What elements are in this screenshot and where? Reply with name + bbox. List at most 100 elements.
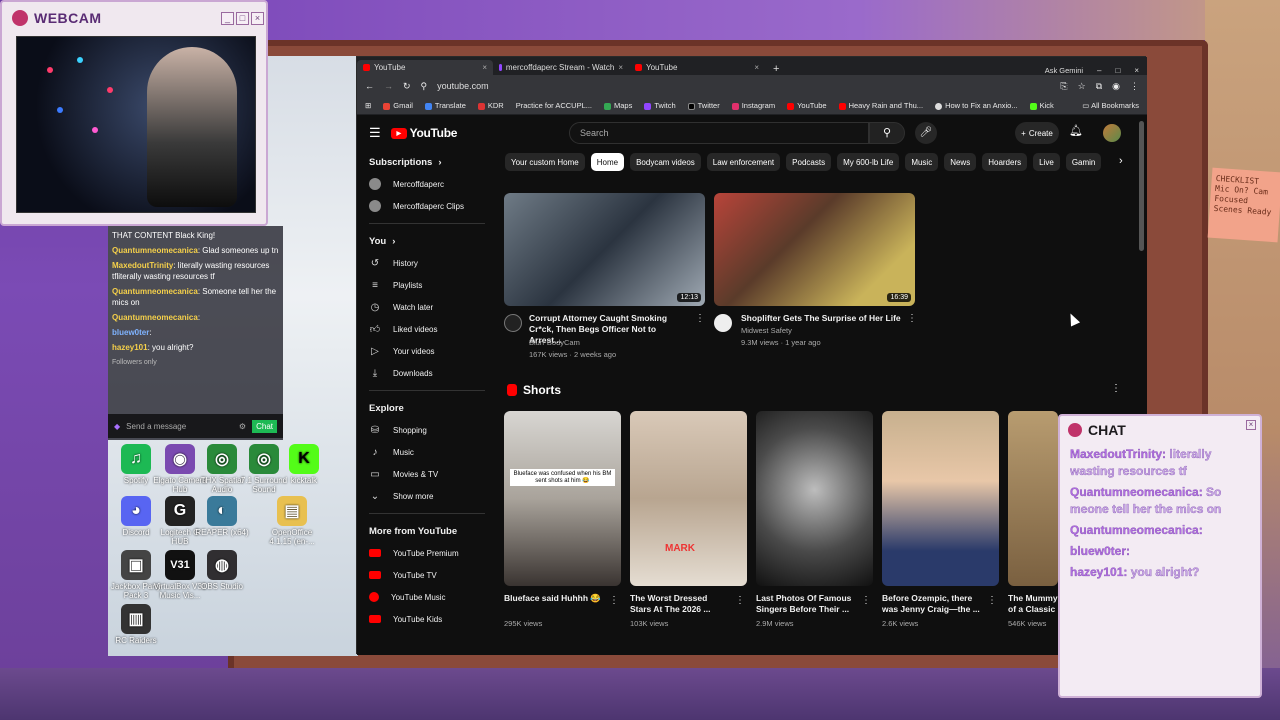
short-thumbnail[interactable]: Blueface was confused when his BM sent s… <box>504 411 621 586</box>
bookmark-kick[interactable]: Kick <box>1029 101 1054 110</box>
apps-icon[interactable]: ⊞ <box>365 101 371 110</box>
channel-avatar[interactable] <box>504 314 522 332</box>
short-thumbnail[interactable] <box>882 411 999 586</box>
more-options-icon[interactable]: ⋮ <box>735 595 745 606</box>
short-title[interactable]: Blueface said Huhhh 😂 <box>504 593 604 604</box>
sidebar-subscriptions-heading[interactable]: Subscriptions › <box>357 151 497 173</box>
desktop-icon-obs[interactable]: ◍ OBS Studio <box>194 550 250 591</box>
short-title[interactable]: Last Photos Of Famous Singers Before The… <box>756 593 856 615</box>
reload-icon[interactable]: ↻ <box>403 81 411 92</box>
short-thumbnail[interactable] <box>1008 411 1058 586</box>
chip-600lb-life[interactable]: My 600-lb Life <box>837 153 900 171</box>
chat-input-placeholder[interactable]: Send a message <box>126 422 186 431</box>
bookmark-maps[interactable]: Maps <box>604 101 632 110</box>
chip-law-enforcement[interactable]: Law enforcement <box>706 153 781 171</box>
short-thumbnail[interactable]: MARK <box>630 411 747 586</box>
page-scrollbar[interactable] <box>1139 121 1144 251</box>
twitch-chat-input[interactable]: ◆ Send a message ⚙ Chat <box>108 414 283 438</box>
bookmark-anxiety[interactable]: How to Fix an Anxio... <box>935 101 1018 110</box>
tab-stream[interactable]: mercoffdaperc Stream - Watch × <box>493 60 629 75</box>
chip-home[interactable]: Home <box>590 153 625 171</box>
minimize-icon[interactable]: – <box>1097 66 1101 75</box>
video-channel[interactable]: Blurr BodyCam <box>529 337 580 348</box>
bookmark-instagram[interactable]: Instagram <box>731 101 775 110</box>
bookmark-twitch[interactable]: Twitch <box>644 101 676 110</box>
youtube-logo[interactable]: ▶ YouTube <box>390 126 457 140</box>
bookmark-accuplacer[interactable]: Practice for ACCUPL... <box>516 101 592 110</box>
video-thumbnail[interactable]: 12:13 <box>504 193 705 306</box>
bits-icon[interactable]: ◆ <box>114 422 120 431</box>
chip-bodycam[interactable]: Bodycam videos <box>630 153 701 171</box>
chip-gaming[interactable]: Gamin <box>1065 153 1102 171</box>
chat-send-button[interactable]: Chat <box>252 419 277 433</box>
more-options-icon[interactable]: ⋮ <box>695 313 705 324</box>
sidebar-item-mercoffdaperc-clips[interactable]: Mercoffdaperc Clips <box>357 195 497 217</box>
search-icon[interactable]: ⚲ <box>869 122 905 144</box>
site-info-icon[interactable]: ⚲ <box>421 81 428 92</box>
install-icon[interactable]: ⎘ <box>1060 81 1067 92</box>
sidebar-item-playlists[interactable]: ≡ Playlists <box>357 274 497 296</box>
notifications-bell-icon[interactable]: 🔔︎ <box>1069 124 1083 137</box>
desktop-icon-reaper[interactable]: ◐ REAPER (x64) <box>194 496 250 537</box>
maximize-icon[interactable]: □ <box>1115 66 1120 75</box>
chip-podcasts[interactable]: Podcasts <box>786 153 832 171</box>
chevron-right-icon[interactable]: › <box>1119 155 1123 167</box>
back-icon[interactable]: ← <box>365 81 374 91</box>
short-thumbnail[interactable] <box>756 411 873 586</box>
tab-youtube[interactable]: YouTube × <box>357 60 493 75</box>
sidebar-item-show-more[interactable]: ⌄ Show more <box>357 485 497 507</box>
sidebar-item-mercoffdaperc[interactable]: Mercoffdaperc <box>357 173 497 195</box>
more-options-icon[interactable]: ⋮ <box>861 595 871 606</box>
sidebar-item-watch-later[interactable]: ◷ Watch later <box>357 296 497 318</box>
bookmark-twitter[interactable]: Twitter <box>687 101 720 110</box>
settings-icon[interactable]: ⚙ <box>239 422 246 431</box>
hamburger-menu-icon[interactable]: ☰ <box>369 125 381 141</box>
sidebar-item-downloads[interactable]: ⤓ Downloads <box>357 362 497 384</box>
video-channel[interactable]: Midwest Safety <box>741 325 792 336</box>
short-title[interactable]: The Worst Dressed Stars At The 2026 ... <box>630 593 730 615</box>
desktop-icon-openoffice[interactable]: ▤ OpenOffice 4.1.15 (en-... <box>264 496 320 546</box>
url-field[interactable]: youtube.com <box>437 81 489 91</box>
bookmark-kdr[interactable]: KDR <box>477 101 504 110</box>
sidebar-item-liked[interactable]: 👍︎ Liked videos <box>357 318 497 340</box>
channel-avatar[interactable] <box>714 314 732 332</box>
sidebar-item-your-videos[interactable]: ▷ Your videos <box>357 340 497 362</box>
bookmark-heavy-rain[interactable]: Heavy Rain and Thu... <box>838 101 923 110</box>
chip-custom-home[interactable]: Your custom Home <box>505 153 585 171</box>
extensions-icon[interactable]: ⧉ <box>1096 81 1102 92</box>
sidebar-item-premium[interactable]: YouTube Premium <box>357 542 497 564</box>
short-title[interactable]: Before Ozempic, there was Jenny Craig—th… <box>882 593 982 615</box>
more-options-icon[interactable]: ⋮ <box>907 313 917 324</box>
bookmark-star-icon[interactable]: ☆ <box>1078 81 1086 92</box>
close-tab-icon[interactable]: × <box>482 63 487 72</box>
sidebar-item-movies[interactable]: ▭ Movies & TV <box>357 463 497 485</box>
tab-youtube-2[interactable]: YouTube × <box>629 60 765 75</box>
sidebar-item-tv[interactable]: YouTube TV <box>357 564 497 586</box>
menu-kebab-icon[interactable]: ⋮ <box>1130 81 1139 92</box>
short-title[interactable]: The Mummy of a Classic <box>1008 593 1063 615</box>
more-options-icon[interactable]: ⋮ <box>609 595 619 606</box>
sidebar-you-heading[interactable]: You › <box>357 230 497 252</box>
bookmark-youtube[interactable]: YouTube <box>787 101 827 110</box>
more-options-icon[interactable]: ⋮ <box>1111 383 1121 394</box>
forward-icon[interactable]: → <box>384 81 393 91</box>
all-bookmarks[interactable]: ▭ All Bookmarks <box>1082 101 1139 110</box>
close-tab-icon[interactable]: × <box>754 63 759 72</box>
account-avatar[interactable] <box>1103 124 1121 142</box>
ask-gemini-button[interactable]: Ask Gemini <box>1045 66 1083 75</box>
sidebar-item-history[interactable]: ↺ History <box>357 252 497 274</box>
close-tab-icon[interactable]: × <box>618 63 623 72</box>
close-window-icon[interactable]: × <box>1134 66 1139 75</box>
chip-live[interactable]: Live <box>1033 153 1060 171</box>
microphone-icon[interactable]: 🎤︎ <box>915 122 937 144</box>
sidebar-item-shopping[interactable]: ⛁ Shopping <box>357 419 497 441</box>
new-tab-icon[interactable]: + <box>765 63 787 75</box>
sidebar-item-yt-music[interactable]: YouTube Music <box>357 586 497 608</box>
sidebar-item-kids[interactable]: YouTube Kids <box>357 608 497 630</box>
more-options-icon[interactable]: ⋮ <box>987 595 997 606</box>
bookmark-translate[interactable]: Translate <box>424 101 466 110</box>
sidebar-item-music[interactable]: ♪ Music <box>357 441 497 463</box>
search-input[interactable]: Search <box>569 122 869 144</box>
chip-hoarders[interactable]: Hoarders <box>982 153 1028 171</box>
video-title[interactable]: Shoplifter Gets The Surprise of Her Life <box>741 313 906 324</box>
